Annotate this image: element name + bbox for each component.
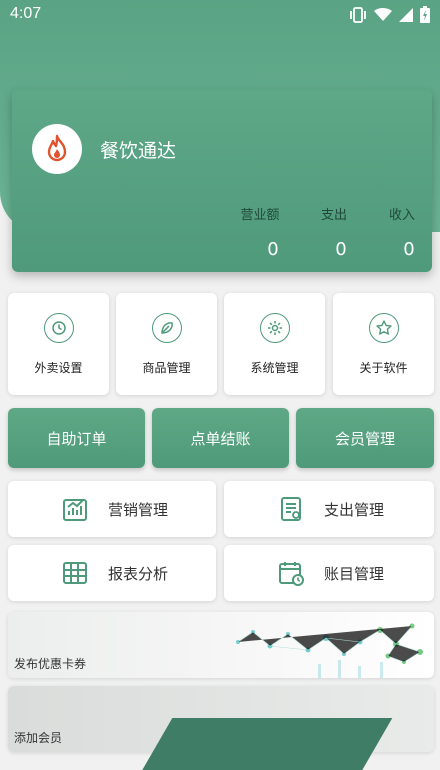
- flame-icon: [47, 134, 67, 162]
- stat-label: 收入: [388, 208, 415, 223]
- stat-label: 支出: [320, 208, 347, 223]
- delivery-settings-button[interactable]: 外卖设置: [8, 293, 109, 395]
- coupon-banner[interactable]: 发布优惠卡券: [8, 612, 434, 678]
- self-order-button[interactable]: 自助订单: [8, 408, 145, 468]
- system-management-button[interactable]: 系统管理: [224, 293, 325, 395]
- quick-label: 外卖设置: [34, 361, 83, 375]
- stat-revenue: 营业额 0: [230, 204, 290, 260]
- quick-actions: 外卖设置 商品管理 系统管理 关于软件: [8, 293, 434, 395]
- table-icon: [60, 558, 90, 588]
- report-analysis-button[interactable]: 报表分析: [8, 545, 216, 601]
- signal-icon: [399, 7, 413, 22]
- clock-icon: [43, 313, 74, 343]
- order-checkout-button[interactable]: 点单结账: [152, 408, 289, 468]
- stat-expense: 支出 0: [304, 204, 364, 260]
- app-logo: [32, 124, 82, 174]
- chart-icon: [60, 494, 90, 524]
- expense-management-button[interactable]: 支出管理: [224, 481, 434, 537]
- app-name: 餐饮通达: [100, 140, 177, 162]
- status-time: 4:07: [10, 5, 42, 22]
- menu-label: 报表分析: [108, 564, 169, 583]
- quick-label: 商品管理: [142, 361, 191, 375]
- battery-icon: [420, 6, 430, 23]
- wifi-icon: [374, 7, 392, 21]
- vibrate-icon: [350, 6, 366, 23]
- menu-label: 营销管理: [108, 500, 169, 519]
- banner-label: 发布优惠卡券: [14, 657, 87, 671]
- calendar-icon: [276, 558, 306, 588]
- stat-value: 0: [267, 239, 279, 260]
- bottom-decoration: [137, 718, 393, 770]
- status-bar: 4:07: [0, 0, 440, 30]
- marketing-management-button[interactable]: 营销管理: [8, 481, 216, 537]
- stat-value: 0: [335, 239, 347, 260]
- member-management-button[interactable]: 会员管理: [296, 408, 434, 468]
- menu-label: 支出管理: [324, 500, 385, 519]
- status-icons: [349, 6, 430, 23]
- leaf-icon: [151, 313, 182, 343]
- document-icon: [276, 494, 306, 524]
- menu-label: 账目管理: [324, 564, 385, 583]
- stat-income: 收入 0: [372, 204, 432, 260]
- product-management-button[interactable]: 商品管理: [116, 293, 217, 395]
- gear-icon: [259, 313, 290, 343]
- quick-label: 系统管理: [250, 361, 299, 375]
- quick-label: 关于软件: [359, 361, 408, 375]
- banner-label: 添加会员: [14, 731, 63, 745]
- star-icon: [368, 313, 399, 343]
- stat-label: 营业额: [240, 208, 280, 223]
- account-management-button[interactable]: 账目管理: [224, 545, 434, 601]
- summary-card: 餐饮通达 营业额 0 支出 0 收入 0: [12, 90, 432, 272]
- about-software-button[interactable]: 关于软件: [333, 293, 434, 395]
- stat-value: 0: [403, 239, 415, 260]
